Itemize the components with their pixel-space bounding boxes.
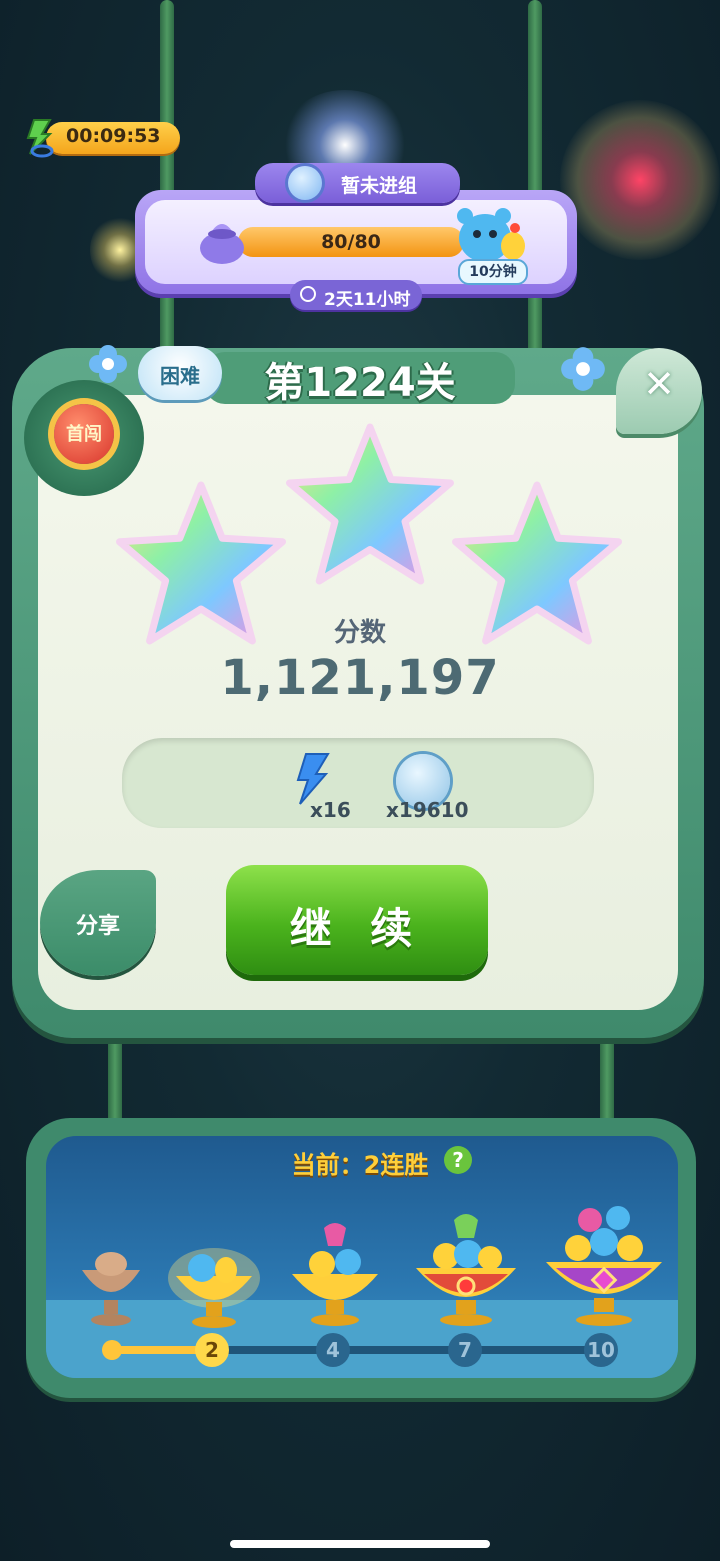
event-tab-label: 暂未进组 (341, 175, 418, 197)
difficulty-label: 困难 (160, 364, 200, 388)
help-icon[interactable]: ? (444, 1146, 472, 1174)
rewards-tray (122, 738, 594, 828)
continue-button[interactable]: 继 续 (226, 865, 488, 975)
firework-decoration (560, 100, 720, 260)
trophy-7-icon (416, 1214, 516, 1326)
continue-button-label: 继 续 (289, 904, 425, 953)
streak-node-10: 10 (584, 1333, 618, 1367)
clock-icon (300, 286, 316, 302)
streak-start-dot (102, 1340, 122, 1360)
streak-node-2: 2 (195, 1333, 229, 1367)
share-button[interactable]: 分享 (40, 870, 156, 976)
mascot-reward-icon (457, 208, 525, 262)
close-icon: ✕ (643, 362, 675, 406)
trophy-10-icon (546, 1206, 662, 1326)
vine-right (528, 0, 542, 360)
streak-node-4: 4 (316, 1333, 350, 1367)
star-2-icon (286, 423, 454, 585)
difficulty-badge: 困难 (138, 346, 222, 400)
rank-badge-icon (288, 166, 322, 200)
event-tab: 暂未进组 (255, 163, 460, 203)
event-progress-text: 80/80 (321, 231, 381, 253)
energy-timer-text: 00:09:53 (66, 125, 161, 147)
close-button[interactable]: ✕ (616, 348, 702, 434)
vine-bottom-left (108, 1030, 122, 1130)
vine-bottom-right (600, 1030, 614, 1130)
trophy-4-icon (292, 1223, 378, 1326)
trophy-2-icon (168, 1248, 260, 1328)
energy-timer[interactable]: 00:09:53 (20, 118, 180, 158)
score-value: 1,121,197 (220, 650, 500, 706)
loot-bag-icon (200, 224, 244, 264)
infinite-energy-icon (26, 119, 54, 158)
flower-decoration (561, 347, 605, 391)
first-pass-label: 首闯 (66, 424, 102, 445)
trophy-empty-icon (82, 1252, 140, 1326)
event-time-left: 2天11小时 (290, 280, 422, 310)
reward-count-coin: x19610 (386, 798, 469, 822)
streak-title: 当前：2连胜 (291, 1151, 429, 1179)
event-time-left-text: 2天11小时 (324, 290, 411, 310)
reward-count-lightning: x16 (310, 798, 351, 822)
home-indicator[interactable] (230, 1540, 490, 1548)
vine-left (160, 0, 174, 360)
score-label: 分数 (333, 618, 386, 648)
flower-decoration (89, 345, 127, 383)
share-button-label: 分享 (75, 914, 120, 939)
reward-duration-badge: 10分钟 (458, 259, 528, 285)
streak-node-7: 7 (448, 1333, 482, 1367)
